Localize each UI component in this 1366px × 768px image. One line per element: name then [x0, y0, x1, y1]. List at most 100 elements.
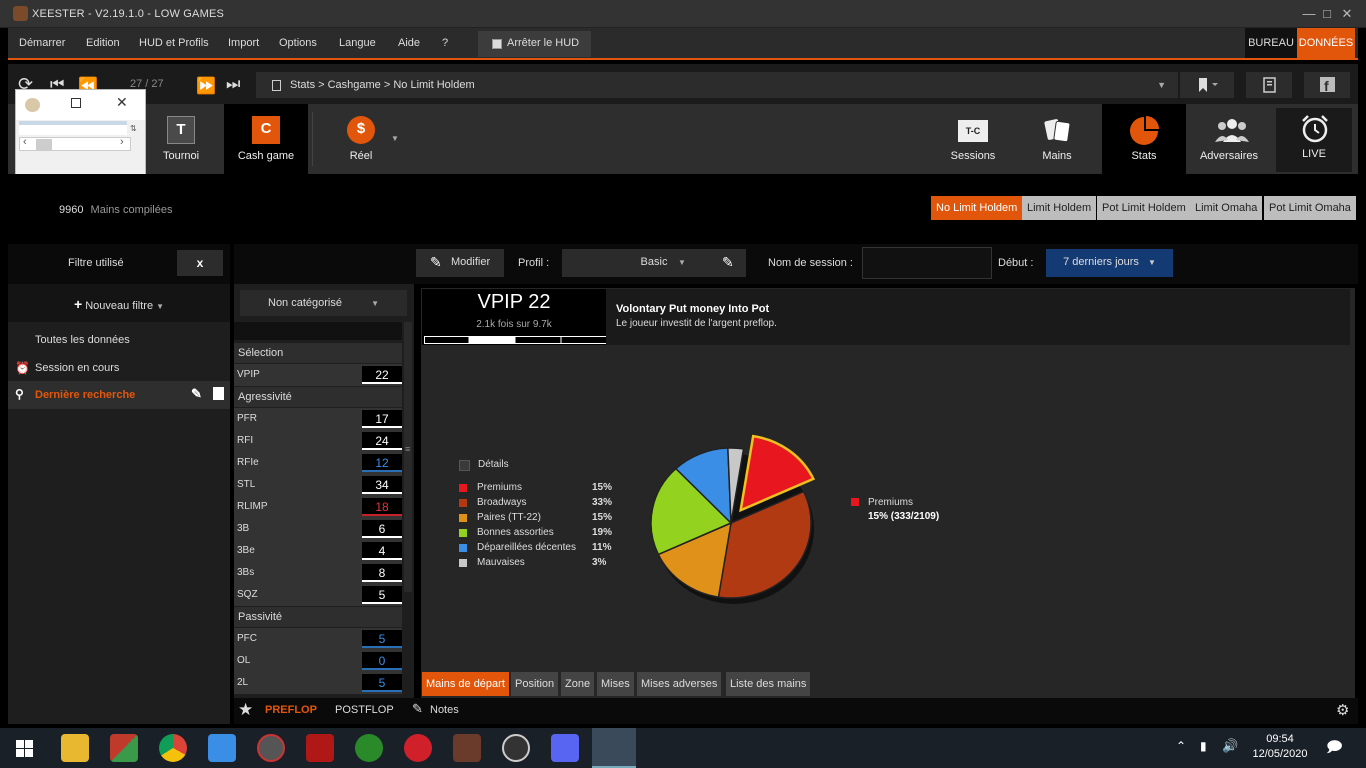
session-name-input[interactable]	[862, 247, 992, 279]
stat-row-rfi[interactable]: RFI 24	[234, 430, 402, 452]
game-no-limit-holdem[interactable]: No Limit Holdem	[931, 196, 1023, 220]
tab-mises[interactable]: Mises	[597, 672, 634, 696]
sidebar-item-all-data[interactable]: Toutes les données	[8, 326, 230, 354]
app-blue-icon[interactable]	[208, 734, 236, 762]
discord-icon[interactable]	[551, 734, 579, 762]
stat-row-rfie[interactable]: RFIe 12	[234, 452, 402, 474]
game-pot-limit-omaha[interactable]: Pot Limit Omaha	[1264, 196, 1356, 220]
menu-import[interactable]: Import	[228, 37, 259, 49]
tab-liste-des-mains[interactable]: Liste des mains	[726, 672, 811, 696]
tab-mises-adverses[interactable]: Mises adverses	[637, 672, 722, 696]
tab-postflop[interactable]: POSTFLOP	[335, 704, 394, 716]
breadcrumb[interactable]: Stats > Cashgame > No Limit Holdem ▼	[256, 72, 1178, 98]
pokerstars-icon[interactable]	[404, 734, 432, 762]
menu-hud-profils[interactable]: HUD et Profils	[139, 37, 209, 49]
paint-taskbar-icon[interactable]	[592, 728, 636, 768]
next-page-icon[interactable]: ⏩	[196, 76, 216, 96]
resize-handle-icon[interactable]: ≡	[405, 444, 410, 454]
stats-search-field[interactable]	[234, 322, 402, 340]
debut-select[interactable]: 7 derniers jours ▼	[1046, 249, 1173, 277]
windows-start-icon[interactable]	[16, 740, 33, 757]
details-checkbox[interactable]	[459, 460, 470, 471]
menu-edition[interactable]: Edition	[86, 37, 120, 49]
edit-icon[interactable]: ✎	[191, 386, 202, 402]
tab-live[interactable]: LIVE	[1276, 108, 1352, 172]
game-limit-holdem[interactable]: Limit Holdem	[1022, 196, 1097, 220]
app-green-icon[interactable]	[355, 734, 383, 762]
xeester-icon[interactable]	[453, 734, 481, 762]
reel-dropdown-icon[interactable]: ▼	[391, 134, 399, 143]
chevron-down-icon[interactable]: ▼	[1157, 80, 1166, 90]
category-select[interactable]: Non catégorisé ▼	[240, 290, 407, 316]
tab-sessions[interactable]: T-C Sessions	[940, 104, 1006, 174]
stat-row-stl[interactable]: STL 34	[234, 474, 402, 496]
stat-row-pfr[interactable]: PFR 17	[234, 408, 402, 430]
tab-stats[interactable]: Stats	[1102, 104, 1186, 174]
bookmark-button[interactable]	[1180, 72, 1234, 98]
sidebar-item-current-session[interactable]: ⏰ Session en cours	[8, 354, 230, 382]
clipboard-button[interactable]	[1246, 72, 1292, 98]
file-explorer-icon[interactable]	[61, 734, 89, 762]
system-clock[interactable]: 09:54 12/05/2020	[1250, 733, 1310, 760]
close-icon[interactable]: ✕	[1338, 6, 1356, 22]
new-filter-button[interactable]: + Nouveau filtre ▼	[8, 284, 230, 322]
app-crosshair-icon[interactable]	[257, 734, 285, 762]
hud-checkbox[interactable]	[492, 39, 502, 49]
tab-mains-de-depart[interactable]: Mains de départ	[422, 672, 509, 696]
widget-scrollbar[interactable]: ‹ ›	[19, 136, 131, 151]
stat-row-3bs[interactable]: 3Bs 8	[234, 562, 402, 584]
pencil-icon[interactable]: ✎	[722, 254, 734, 271]
battery-icon[interactable]: ▮	[1200, 739, 1207, 753]
stat-row-3b[interactable]: 3B 6	[234, 518, 402, 540]
stop-hud-button[interactable]: Arrêter le HUD	[478, 31, 591, 57]
modifier-button[interactable]: ✎ Modifier	[416, 249, 504, 277]
star-icon[interactable]: ★	[238, 700, 253, 720]
bureau-button[interactable]: BUREAU	[1245, 28, 1297, 58]
menu-aide[interactable]: Aide	[398, 37, 420, 49]
settings-icon[interactable]: ⚙	[1336, 701, 1349, 719]
stat-row-sqz[interactable]: SQZ 5	[234, 584, 402, 606]
menu-options[interactable]: Options	[279, 37, 317, 49]
widget-close-icon[interactable]: ✕	[116, 94, 128, 111]
widget-maximize-icon[interactable]	[71, 98, 81, 108]
notes-button[interactable]: Notes	[430, 704, 459, 716]
clear-filter-button[interactable]: x	[177, 250, 223, 276]
game-limit-omaha[interactable]: Limit Omaha	[1190, 196, 1263, 220]
stat-row-3be[interactable]: 3Be 4	[234, 540, 402, 562]
minimize-icon[interactable]: —	[1300, 6, 1318, 21]
last-page-icon[interactable]: ⏭	[226, 76, 240, 94]
stat-row-2l[interactable]: 2L 5	[234, 672, 402, 694]
stat-row-rlimp[interactable]: RLIMP 18	[234, 496, 402, 518]
donnees-button[interactable]: DONNÉES	[1297, 28, 1355, 58]
stats-scrollbar[interactable]	[404, 322, 412, 592]
menu-demarrer[interactable]: Démarrer	[19, 37, 65, 49]
stat-row-pfc[interactable]: PFC 5	[234, 628, 402, 650]
tab-cashgame[interactable]: C Cash game	[224, 104, 308, 174]
widget-spin-icon[interactable]: ⇅	[130, 124, 137, 133]
chrome-icon[interactable]	[159, 734, 187, 762]
game-pot-limit-holdem[interactable]: Pot Limit Holdem	[1097, 196, 1191, 220]
widget-field[interactable]	[19, 121, 127, 135]
facebook-button[interactable]: f	[1304, 72, 1350, 98]
copy-icon[interactable]	[213, 387, 224, 400]
chevron-up-icon[interactable]: ⌃	[1176, 739, 1186, 753]
profil-select[interactable]: Basic ▼ ✎	[562, 249, 746, 277]
tab-preflop[interactable]: PREFLOP	[265, 704, 317, 716]
maximize-icon[interactable]: □	[1318, 6, 1336, 21]
notifications-icon[interactable]: 🗩	[1326, 737, 1343, 762]
tab-position[interactable]: Position	[511, 672, 559, 696]
obs-icon[interactable]	[502, 734, 530, 762]
floating-widget[interactable]: ✕ ⇅ ‹ ›	[15, 89, 146, 179]
app-grid-icon[interactable]	[110, 734, 138, 762]
menu-langue[interactable]: Langue	[339, 37, 376, 49]
tab-adversaires[interactable]: Adversaires	[1189, 104, 1269, 174]
tab-mains[interactable]: Mains	[1024, 104, 1090, 174]
volume-icon[interactable]: 🔊	[1222, 738, 1238, 754]
tab-reel[interactable]: $ Réel	[328, 104, 394, 174]
menu-help[interactable]: ?	[442, 37, 448, 49]
stat-row-ol[interactable]: OL 0	[234, 650, 402, 672]
tab-tournoi[interactable]: T Tournoi	[148, 104, 214, 174]
sidebar-item-last-search[interactable]: ⚲ Dernière recherche ✎	[8, 381, 230, 409]
stat-row-vpip[interactable]: VPIP 22	[234, 364, 402, 386]
winamax-icon[interactable]	[306, 734, 334, 762]
